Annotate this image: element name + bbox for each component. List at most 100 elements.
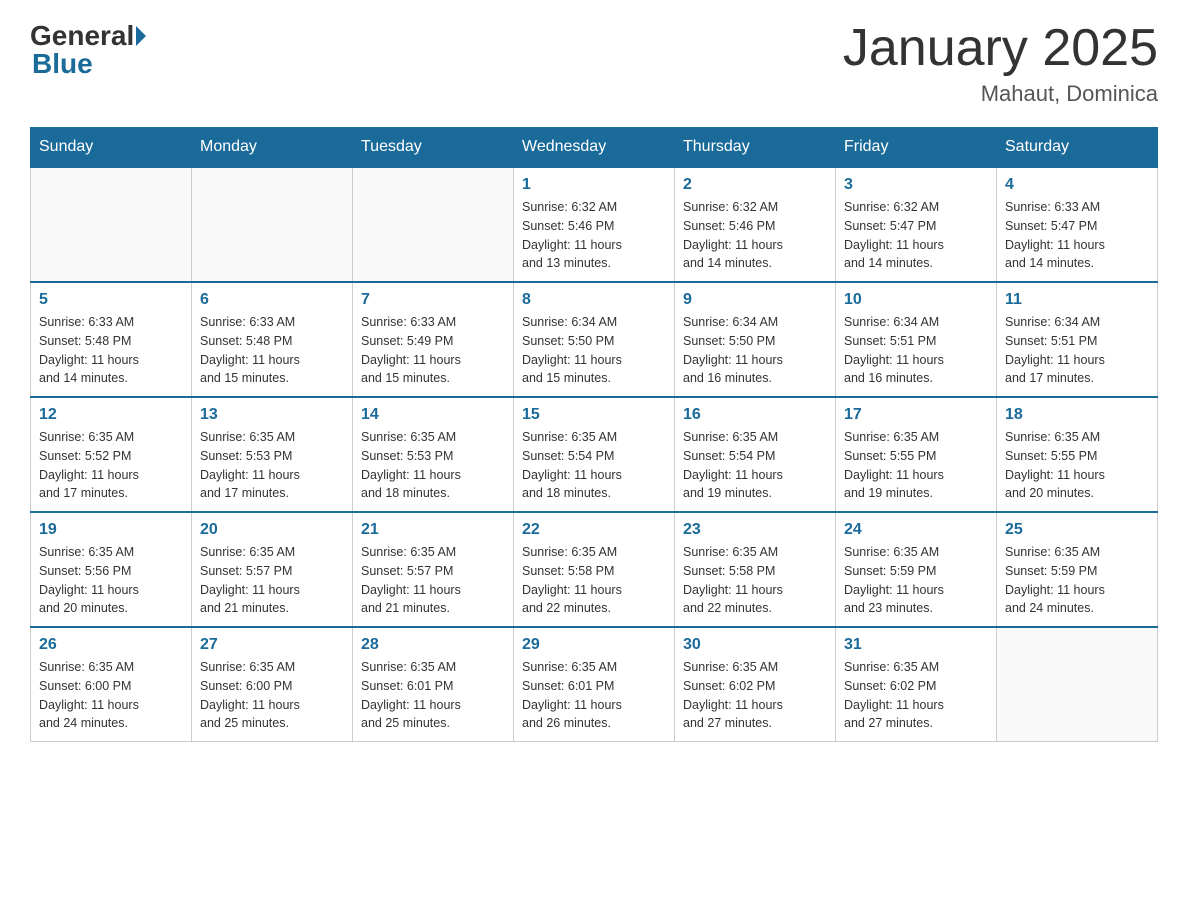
day-info-line: Daylight: 11 hours (39, 466, 183, 485)
day-info-line: Sunset: 5:51 PM (844, 332, 988, 351)
day-info: Sunrise: 6:35 AMSunset: 6:01 PMDaylight:… (361, 658, 505, 733)
day-info-line: Daylight: 11 hours (200, 581, 344, 600)
day-info-line: Sunset: 5:47 PM (844, 217, 988, 236)
day-info-line: Daylight: 11 hours (683, 696, 827, 715)
header-friday: Friday (836, 128, 997, 168)
day-info-line: and 22 minutes. (522, 599, 666, 618)
day-info-line: Sunrise: 6:35 AM (844, 428, 988, 447)
day-info: Sunrise: 6:35 AMSunset: 5:57 PMDaylight:… (361, 543, 505, 618)
day-info-line: Sunset: 5:58 PM (683, 562, 827, 581)
day-number: 15 (522, 406, 666, 424)
day-number: 31 (844, 636, 988, 654)
day-number: 7 (361, 291, 505, 309)
logo-blue-text: Blue (30, 48, 93, 80)
day-info-line: and 24 minutes. (39, 714, 183, 733)
day-info-line: Daylight: 11 hours (522, 581, 666, 600)
day-info-line: Sunrise: 6:35 AM (39, 543, 183, 562)
day-info: Sunrise: 6:35 AMSunset: 5:54 PMDaylight:… (683, 428, 827, 503)
day-info-line: and 15 minutes. (522, 369, 666, 388)
day-info-line: Sunrise: 6:35 AM (683, 543, 827, 562)
day-info-line: and 14 minutes. (683, 254, 827, 273)
day-info-line: Sunrise: 6:35 AM (200, 658, 344, 677)
day-info: Sunrise: 6:35 AMSunset: 6:02 PMDaylight:… (844, 658, 988, 733)
day-info: Sunrise: 6:34 AMSunset: 5:50 PMDaylight:… (683, 313, 827, 388)
location-subtitle: Mahaut, Dominica (843, 81, 1158, 107)
day-number: 14 (361, 406, 505, 424)
day-info-line: Sunset: 5:46 PM (683, 217, 827, 236)
day-info-line: Sunrise: 6:35 AM (522, 658, 666, 677)
day-number: 11 (1005, 291, 1149, 309)
day-info-line: Sunrise: 6:33 AM (1005, 198, 1149, 217)
calendar-day-cell: 19Sunrise: 6:35 AMSunset: 5:56 PMDayligh… (31, 512, 192, 627)
day-info-line: and 20 minutes. (1005, 484, 1149, 503)
title-section: January 2025 Mahaut, Dominica (843, 20, 1158, 107)
day-info-line: Sunset: 5:52 PM (39, 447, 183, 466)
day-info-line: Sunrise: 6:35 AM (361, 543, 505, 562)
day-info-line: and 14 minutes. (1005, 254, 1149, 273)
day-info-line: and 22 minutes. (683, 599, 827, 618)
day-info-line: Sunrise: 6:32 AM (683, 198, 827, 217)
calendar-day-cell (997, 627, 1158, 742)
calendar-day-cell: 13 Sunrise: 6:35 AMSunset: 5:53 PMDayligh… (192, 397, 353, 512)
header-monday: Monday (192, 128, 353, 168)
day-info: Sunrise: 6:35 AMSunset: 5:57 PMDaylight:… (200, 543, 344, 618)
calendar-day-cell: 3Sunrise: 6:32 AMSunset: 5:47 PMDaylight… (836, 167, 997, 282)
calendar-day-cell: 30Sunrise: 6:35 AMSunset: 6:02 PMDayligh… (675, 627, 836, 742)
calendar-day-cell: 10Sunrise: 6:34 AMSunset: 5:51 PMDayligh… (836, 282, 997, 397)
day-info-line: Sunset: 5:59 PM (1005, 562, 1149, 581)
day-info-line: Sunset: 5:48 PM (39, 332, 183, 351)
day-info-line: Sunset: 5:48 PM (200, 332, 344, 351)
calendar-header: Sunday Monday Tuesday Wednesday Thursday… (31, 128, 1158, 168)
day-info-line: and 14 minutes. (844, 254, 988, 273)
day-info-line: and 15 minutes. (200, 369, 344, 388)
day-info-line: Sunrise: 6:34 AM (1005, 313, 1149, 332)
day-info: Sunrise: 6:33 AMSunset: 5:48 PMDaylight:… (200, 313, 344, 388)
day-number: 1 (522, 176, 666, 194)
calendar-body: 1Sunrise: 6:32 AMSunset: 5:46 PMDaylight… (31, 167, 1158, 742)
day-info-line: and 13 minutes. (522, 254, 666, 273)
calendar-day-cell: 25Sunrise: 6:35 AMSunset: 5:59 PMDayligh… (997, 512, 1158, 627)
day-info-line: and 17 minutes. (39, 484, 183, 503)
day-info-line: Sunset: 5:56 PM (39, 562, 183, 581)
calendar-day-cell: 28Sunrise: 6:35 AMSunset: 6:01 PMDayligh… (353, 627, 514, 742)
day-info-line: Sunset: 5:54 PM (683, 447, 827, 466)
calendar-week-row: 5Sunrise: 6:33 AMSunset: 5:48 PMDaylight… (31, 282, 1158, 397)
day-number: 6 (200, 291, 344, 309)
day-info-line: Daylight: 11 hours (683, 236, 827, 255)
calendar-day-cell: 18Sunrise: 6:35 AMSunset: 5:55 PMDayligh… (997, 397, 1158, 512)
day-info-line: and 14 minutes. (39, 369, 183, 388)
calendar-day-cell: 11Sunrise: 6:34 AMSunset: 5:51 PMDayligh… (997, 282, 1158, 397)
day-info-line: Sunset: 6:01 PM (361, 677, 505, 696)
calendar-day-cell: 7Sunrise: 6:33 AMSunset: 5:49 PMDaylight… (353, 282, 514, 397)
day-info-line: and 27 minutes. (844, 714, 988, 733)
day-number: 10 (844, 291, 988, 309)
day-info-line: Daylight: 11 hours (522, 351, 666, 370)
header-tuesday: Tuesday (353, 128, 514, 168)
day-number: 16 (683, 406, 827, 424)
calendar-day-cell: 29Sunrise: 6:35 AMSunset: 6:01 PMDayligh… (514, 627, 675, 742)
day-info-line: Sunrise: 6:33 AM (200, 313, 344, 332)
day-info-line: Sunrise: 6:35 AM (844, 658, 988, 677)
calendar-week-row: 26Sunrise: 6:35 AMSunset: 6:00 PMDayligh… (31, 627, 1158, 742)
day-info: Sunrise: 6:35 AMSunset: 5:58 PMDaylight:… (683, 543, 827, 618)
day-number: 4 (1005, 176, 1149, 194)
day-info: Sunrise: 6:35 AMSunset: 5:53 PMDaylight:… (200, 428, 344, 503)
day-info-line: Sunset: 6:01 PM (522, 677, 666, 696)
calendar-day-cell (353, 167, 514, 282)
day-info: Sunrise: 6:35 AMSunset: 5:58 PMDaylight:… (522, 543, 666, 618)
day-info-line: Sunrise: 6:35 AM (200, 543, 344, 562)
day-info-line: Sunrise: 6:35 AM (683, 428, 827, 447)
day-info-line: Daylight: 11 hours (844, 581, 988, 600)
day-info-line: Daylight: 11 hours (200, 351, 344, 370)
day-info-line: Sunrise: 6:35 AM (39, 428, 183, 447)
day-info-line: Daylight: 11 hours (361, 581, 505, 600)
day-info-line: Sunrise: 6:35 AM (522, 428, 666, 447)
day-number: 13 (200, 406, 344, 424)
calendar-day-cell: 17Sunrise: 6:35 AMSunset: 5:55 PMDayligh… (836, 397, 997, 512)
calendar-day-cell: 27Sunrise: 6:35 AMSunset: 6:00 PMDayligh… (192, 627, 353, 742)
calendar-week-row: 19Sunrise: 6:35 AMSunset: 5:56 PMDayligh… (31, 512, 1158, 627)
day-info-line: Sunset: 5:51 PM (1005, 332, 1149, 351)
day-info-line: Daylight: 11 hours (361, 696, 505, 715)
day-number: 29 (522, 636, 666, 654)
month-title: January 2025 (843, 20, 1158, 77)
